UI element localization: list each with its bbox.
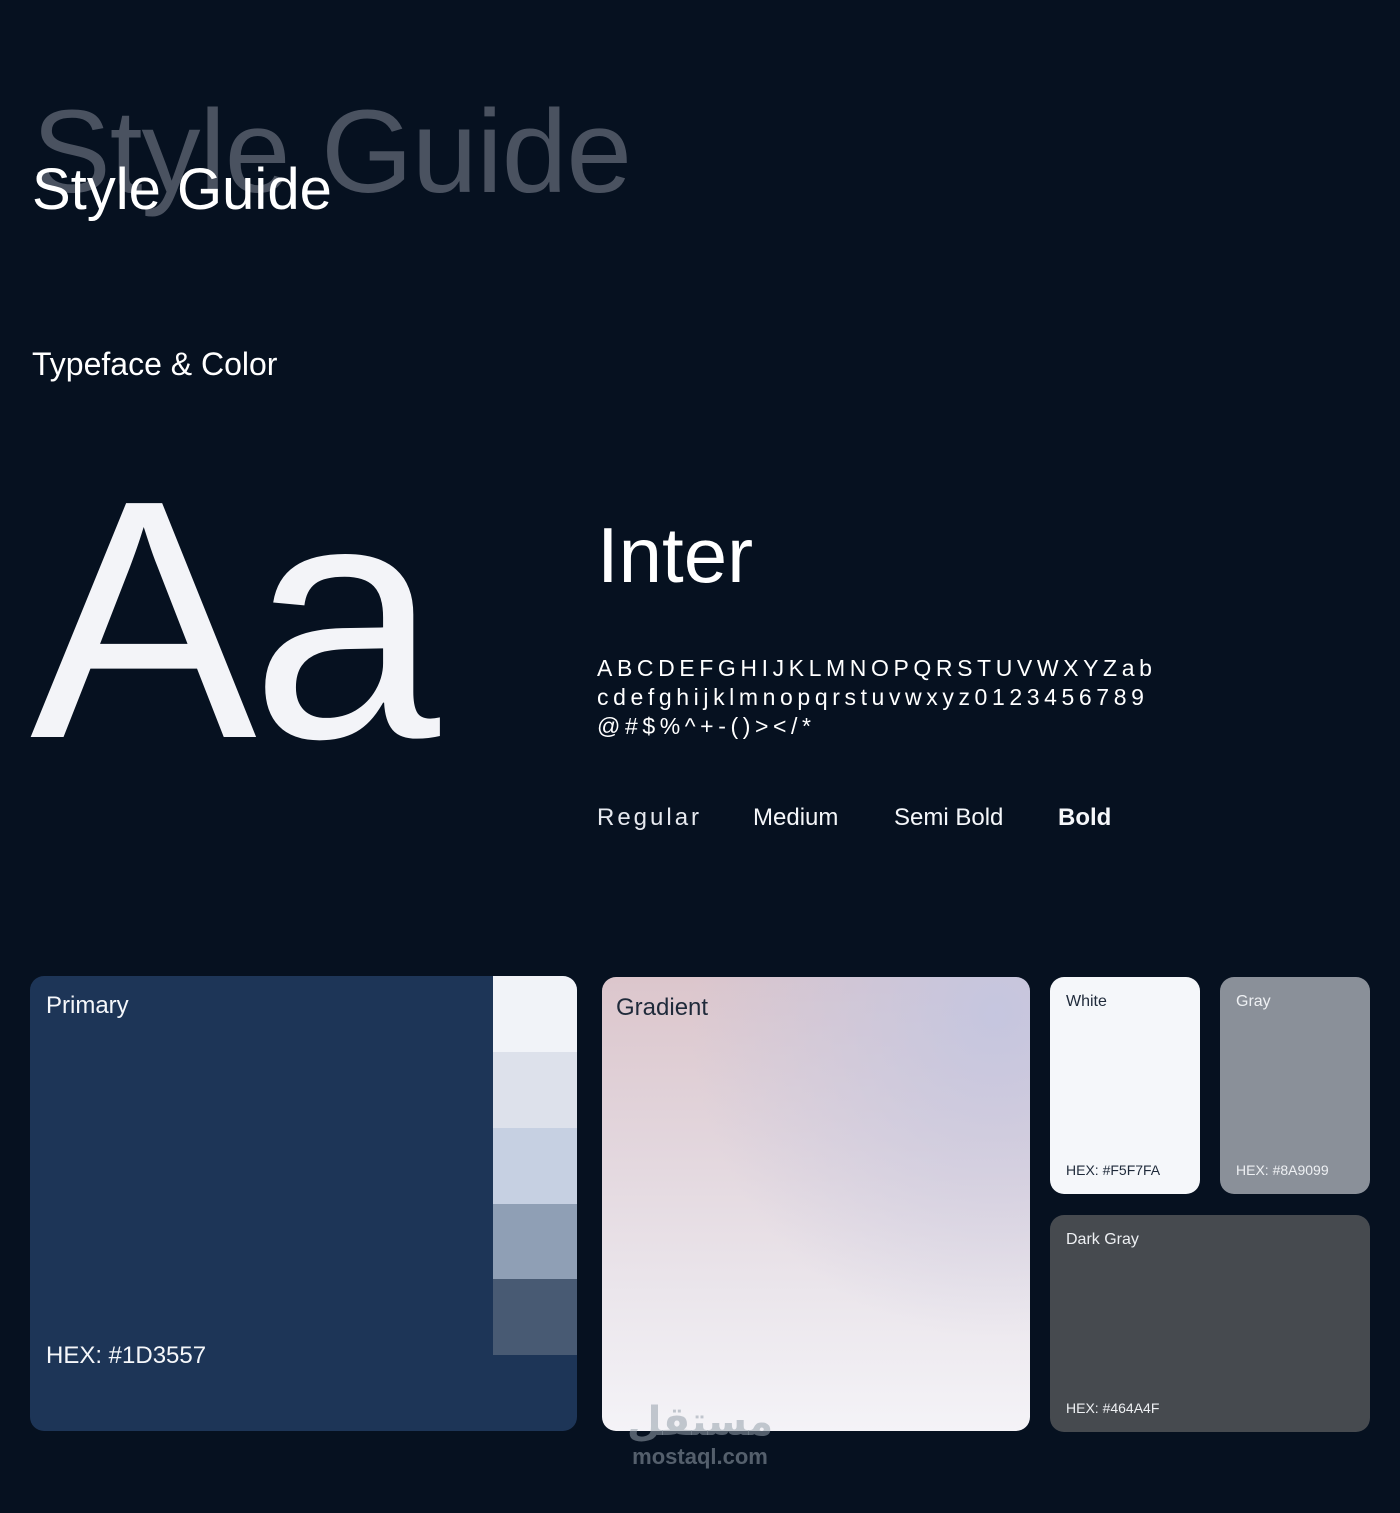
white-hex: HEX: #F5F7FA <box>1066 1162 1161 1178</box>
gray-label: Gray <box>1236 993 1271 1010</box>
primary-shade-1 <box>493 976 577 1052</box>
white-label: White <box>1066 993 1107 1010</box>
primary-hex: HEX: #1D3557 <box>46 1342 207 1369</box>
dark-gray-label: Dark Gray <box>1066 1231 1139 1248</box>
page-title: Style Guide <box>32 157 332 222</box>
primary-shade-3 <box>493 1128 577 1204</box>
weight-semi-bold: Semi Bold <box>894 804 1004 831</box>
dark-gray-swatch: Dark Gray HEX: #464A4F <box>1050 1215 1370 1432</box>
primary-label: Primary <box>46 992 129 1019</box>
dark-gray-hex: HEX: #464A4F <box>1066 1400 1160 1416</box>
font-name: Inter <box>597 511 754 599</box>
white-swatch: White HEX: #F5F7FA <box>1050 977 1200 1194</box>
weight-medium: Medium <box>753 804 839 831</box>
watermark-url: mostaql.com <box>632 1444 768 1469</box>
section-title: Typeface & Color <box>32 346 278 382</box>
gray-hex: HEX: #8A9099 <box>1236 1162 1329 1178</box>
primary-shade-4 <box>493 1204 577 1280</box>
gradient-color-card: Gradient <box>602 977 1030 1431</box>
primary-shade-2 <box>493 1052 577 1128</box>
weight-regular: Regular <box>597 804 703 831</box>
watermark-logo: مستقل <box>626 1400 774 1444</box>
typeface-sample-glyphs: Aa <box>30 430 440 810</box>
primary-shade-5 <box>493 1279 577 1355</box>
weight-bold: Bold <box>1058 804 1112 831</box>
gray-swatch: Gray HEX: #8A9099 <box>1220 977 1370 1194</box>
font-weights: Regular Medium Semi Bold Bold <box>597 802 1111 834</box>
primary-color-card: Primary HEX: #1D3557 <box>30 976 577 1431</box>
watermark: مستقل mostaql.com <box>615 1400 785 1470</box>
gradient-label: Gradient <box>616 994 709 1021</box>
character-set: ABCDEFGHIJKLMNOPQRSTUVWXYZabcdefghijklmn… <box>597 655 1157 739</box>
